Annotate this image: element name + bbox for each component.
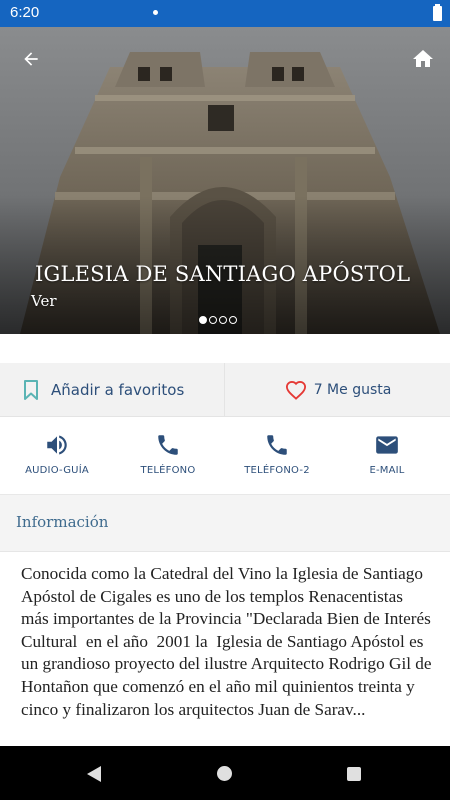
hero-image[interactable]: IGLESIA DE SANTIAGO APÓSTOL Ver <box>0 27 450 334</box>
carousel-indicator <box>199 316 237 324</box>
church-facade-image <box>0 27 450 334</box>
back-button[interactable] <box>17 45 45 73</box>
phone-button[interactable]: TELÉFONO <box>112 417 224 495</box>
battery-icon <box>433 4 442 21</box>
contact-options: AUDIO-GUÍA TELÉFONO TELÉFONO-2 E-MAIL <box>0 417 450 495</box>
carousel-dot[interactable] <box>219 316 227 324</box>
system-nav-bar <box>0 746 450 800</box>
phone-2-label: TELÉFONO-2 <box>244 465 310 476</box>
email-label: E-MAIL <box>369 465 405 476</box>
nav-back-icon[interactable] <box>86 765 102 783</box>
phone-2-button[interactable]: TELÉFONO-2 <box>221 417 333 495</box>
view-link[interactable]: Ver <box>31 292 57 310</box>
add-favorite-button[interactable]: Añadir a favoritos <box>0 363 225 417</box>
arrow-back-icon <box>24 52 38 66</box>
like-button[interactable]: 7 Me gusta <box>226 363 450 417</box>
email-button[interactable]: E-MAIL <box>331 417 443 495</box>
home-button[interactable] <box>409 45 437 73</box>
like-count-label: 7 Me gusta <box>313 382 392 398</box>
phone-icon <box>158 435 178 455</box>
phone-label: TELÉFONO <box>140 465 196 476</box>
heart-icon <box>285 380 306 400</box>
status-time: 6:20 <box>10 4 40 21</box>
info-section-header: Información <box>0 495 450 552</box>
nav-recent-icon[interactable] <box>347 767 361 781</box>
info-title: Información <box>16 513 109 531</box>
page-title: IGLESIA DE SANTIAGO APÓSTOL <box>35 262 411 286</box>
carousel-dot[interactable] <box>199 316 207 324</box>
add-favorite-label: Añadir a favoritos <box>51 381 185 399</box>
bookmark-icon <box>24 380 38 400</box>
audio-guide-button[interactable]: AUDIO-GUÍA <box>1 417 113 495</box>
nav-home-icon[interactable] <box>217 766 232 781</box>
mail-icon <box>376 436 398 454</box>
status-bar: 6:20 <box>0 0 450 27</box>
audio-guide-label: AUDIO-GUÍA <box>25 465 89 476</box>
speaker-icon <box>47 435 67 455</box>
phone-icon <box>267 435 287 455</box>
info-description: Conocida como la Catedral del Vino la Ig… <box>21 564 432 719</box>
carousel-dot[interactable] <box>229 316 237 324</box>
actions-row: Añadir a favoritos 7 Me gusta <box>0 363 450 417</box>
home-icon <box>413 50 433 67</box>
notification-dot-icon <box>153 10 158 15</box>
carousel-dot[interactable] <box>209 316 217 324</box>
